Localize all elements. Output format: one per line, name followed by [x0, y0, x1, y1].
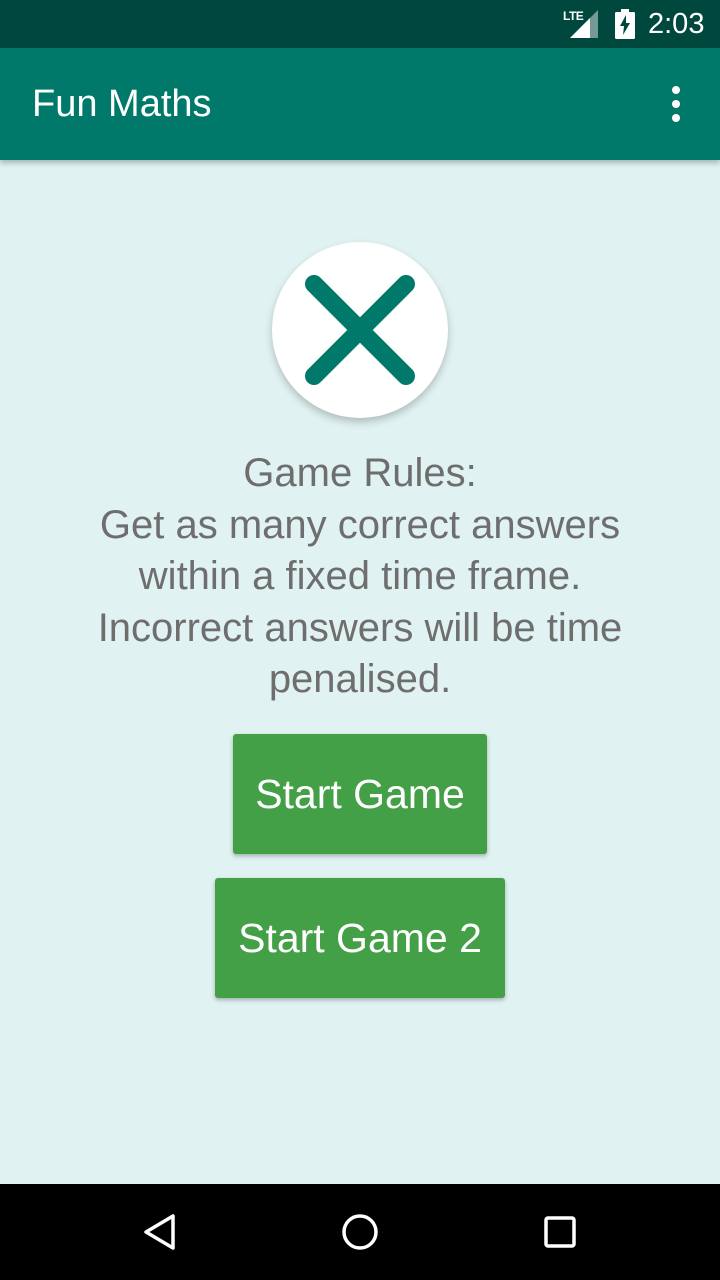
home-button[interactable]	[336, 1208, 384, 1256]
recents-icon	[544, 1216, 576, 1248]
rules-line: within a fixed time frame.	[138, 554, 582, 598]
more-options-button[interactable]	[652, 76, 700, 132]
app-bar: Fun Maths	[0, 48, 720, 160]
game-rules-text: Game Rules: Get as many correct answers …	[30, 448, 690, 706]
battery-charging-icon	[614, 9, 636, 44]
more-vert-icon-dot	[672, 86, 680, 94]
rules-line: Incorrect answers will be time	[97, 605, 623, 650]
rules-line: Get as many correct answers	[99, 502, 621, 547]
back-icon	[144, 1214, 175, 1250]
start-game-2-button[interactable]: Start Game 2	[215, 878, 505, 998]
status-bar: LTE 2:03	[0, 0, 720, 48]
start-game-button[interactable]: Start Game	[233, 734, 487, 854]
recents-button[interactable]	[536, 1208, 584, 1256]
home-icon	[342, 1214, 378, 1250]
rules-heading: Game Rules:	[243, 451, 477, 495]
rules-line: penalised.	[268, 657, 452, 701]
more-vert-icon-dot	[672, 114, 680, 122]
back-button[interactable]	[136, 1208, 184, 1256]
app-title: Fun Maths	[32, 83, 212, 125]
main-content: Game Rules: Get as many correct answers …	[0, 160, 720, 1184]
status-clock: 2:03	[648, 8, 705, 40]
more-vert-icon-dot	[672, 100, 680, 108]
result-icon-badge	[272, 242, 448, 418]
signal-icon	[568, 10, 600, 43]
navigation-bar	[0, 1184, 720, 1280]
close-x-icon	[305, 275, 415, 385]
